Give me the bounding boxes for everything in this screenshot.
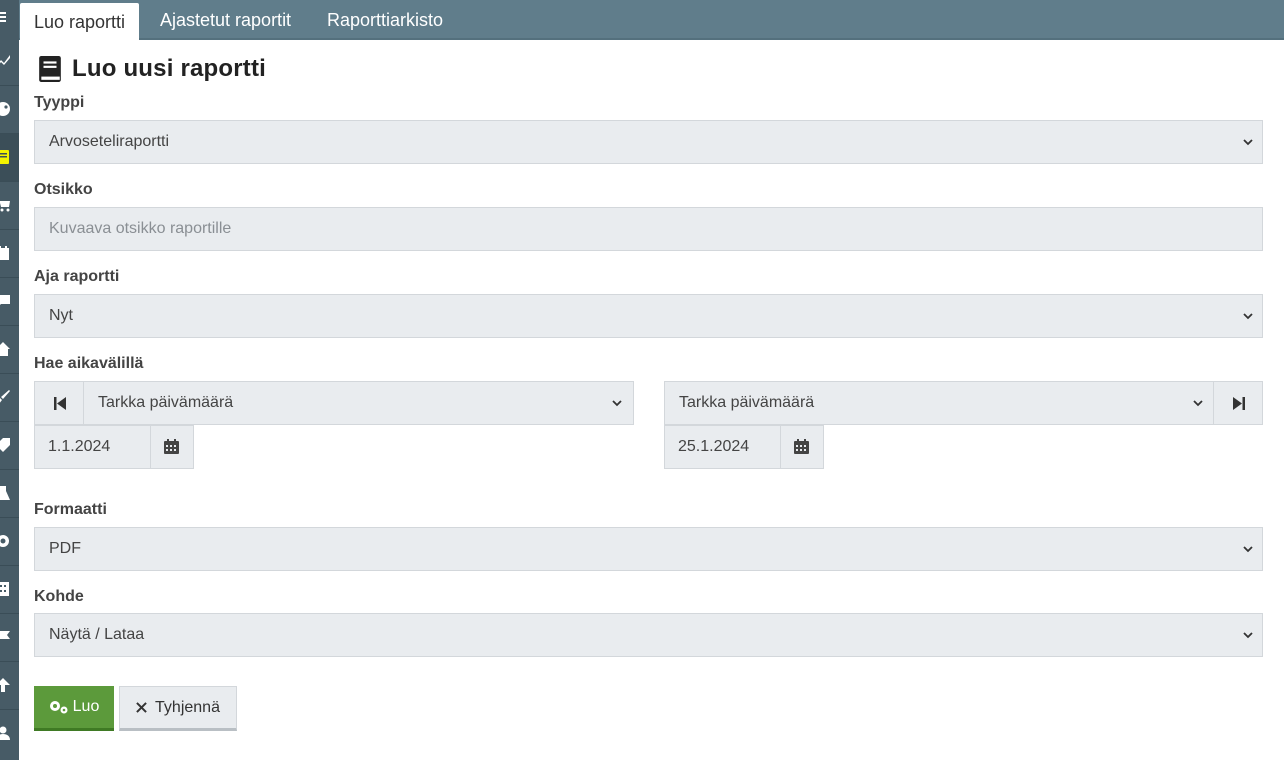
rail-item-brush[interactable] — [0, 374, 19, 422]
run-value: Nyt — [49, 307, 73, 324]
target-value: Näytä / Lataa — [49, 626, 145, 643]
brush-icon — [0, 390, 10, 403]
chevron-down-icon — [1243, 139, 1253, 146]
chart-icon — [0, 55, 10, 65]
format-value: PDF — [49, 540, 81, 557]
book-icon — [0, 150, 9, 164]
range-end-mode-select[interactable]: Tarkka päivämäärä — [664, 381, 1215, 425]
calendar-icon[interactable] — [164, 439, 179, 454]
chevron-down-icon — [1243, 313, 1253, 320]
type-label: Tyyppi — [34, 94, 85, 111]
run-label: Aja raportti — [34, 268, 120, 285]
gears-icon — [49, 701, 68, 714]
menu-icon[interactable] — [0, 0, 19, 38]
flask-icon — [0, 486, 10, 500]
start-date-input[interactable]: 1.1.2024 — [34, 425, 194, 469]
target-label: Kohde — [34, 588, 84, 605]
clear-button[interactable]: Tyhjennä — [119, 686, 237, 731]
rail-item-users[interactable] — [0, 710, 19, 758]
title-input[interactable]: Kuvaava otsikko raportille — [34, 207, 1263, 251]
rail-item-palette[interactable] — [0, 86, 19, 134]
calendar-icon[interactable] — [794, 439, 809, 454]
page-title: Luo uusi raportti — [34, 54, 266, 84]
chevron-down-icon — [612, 400, 622, 407]
building-icon — [0, 582, 9, 596]
end-date-input[interactable]: 25.1.2024 — [664, 425, 824, 469]
chevron-down-icon — [1243, 546, 1253, 553]
format-select[interactable]: PDF — [34, 527, 1263, 571]
rail-item-gear[interactable] — [0, 518, 19, 566]
range-end-last-button[interactable] — [1213, 381, 1263, 425]
home-icon — [0, 342, 10, 356]
format-label: Formaatti — [34, 501, 107, 518]
type-value: Arvoseteliraportti — [49, 133, 170, 150]
tab-scheduled-reports[interactable]: Ajastetut raportit — [160, 0, 291, 40]
sidebar-rail — [0, 0, 19, 760]
title-label: Otsikko — [34, 181, 93, 198]
calendar-icon — [0, 246, 9, 260]
tag-icon — [0, 438, 10, 452]
close-icon — [136, 702, 147, 713]
rail-item-home[interactable] — [0, 326, 19, 374]
chevron-down-icon — [1243, 632, 1253, 639]
start-date-value: 1.1.2024 — [48, 438, 111, 455]
tab-bar: Luo raportti Ajastetut raportit Raportti… — [19, 0, 1284, 40]
run-select[interactable]: Nyt — [34, 294, 1263, 338]
rail-item-cart[interactable] — [0, 182, 19, 230]
target-select[interactable]: Näytä / Lataa — [34, 613, 1263, 657]
clear-button-label: Tyhjennä — [155, 698, 220, 716]
cart-icon — [0, 201, 10, 212]
page-title-text: Luo uusi raportti — [72, 55, 267, 82]
end-date-value: 25.1.2024 — [678, 438, 750, 455]
type-select[interactable]: Arvoseteliraportti — [34, 120, 1263, 164]
flag-icon — [0, 630, 10, 644]
range-end-mode-value: Tarkka päivämäärä — [679, 394, 815, 411]
range-start-first-button[interactable] — [34, 381, 84, 425]
rail-item-building[interactable] — [0, 566, 19, 614]
step-forward-icon — [1233, 397, 1245, 410]
step-backward-icon — [54, 397, 66, 410]
rail-item-tag[interactable] — [0, 422, 19, 470]
rail-item-flag[interactable] — [0, 614, 19, 662]
arrow-up-icon — [0, 678, 10, 692]
users-icon — [0, 726, 10, 740]
create-button-label: Luo — [72, 698, 100, 715]
rail-item-flask[interactable] — [0, 470, 19, 518]
rail-item-calendar[interactable] — [0, 230, 19, 278]
range-start-mode-value: Tarkka päivämäärä — [98, 394, 234, 411]
rail-item-chat[interactable] — [0, 278, 19, 326]
tab-report-archive[interactable]: Raporttiarkisto — [327, 0, 443, 40]
book-icon — [39, 56, 61, 82]
range-label: Hae aikavälillä — [34, 355, 144, 372]
rail-item-arrow-up[interactable] — [0, 662, 19, 710]
create-button[interactable]: Luo — [34, 686, 114, 731]
range-start-mode-select[interactable]: Tarkka päivämäärä — [83, 381, 634, 425]
chat-icon — [0, 295, 10, 305]
rail-item-reports[interactable] — [0, 134, 19, 182]
tab-create-report[interactable]: Luo raportti — [20, 3, 140, 40]
chevron-down-icon — [1193, 400, 1203, 407]
rail-item-chart[interactable] — [0, 38, 19, 86]
gear-icon — [0, 535, 9, 547]
palette-icon — [0, 102, 10, 116]
